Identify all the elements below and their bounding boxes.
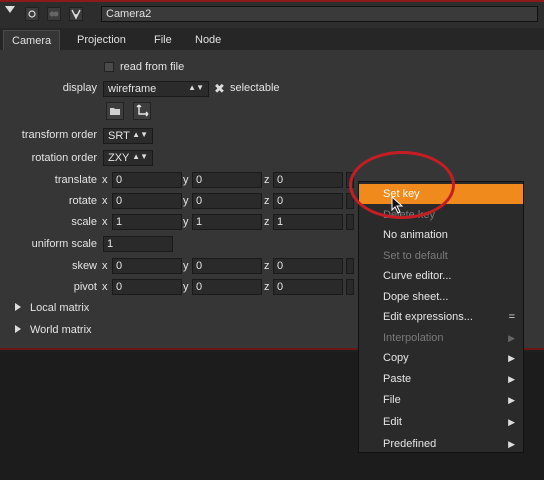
- rotate-label: rotate: [68, 195, 97, 207]
- read-from-file-checkbox[interactable]: [104, 62, 114, 72]
- rotate-z-field[interactable]: 0: [273, 193, 343, 209]
- menu-item-set-to-default[interactable]: Set to default: [359, 246, 523, 266]
- mouse-cursor-icon: [391, 195, 405, 217]
- menu-item-label: Predefined: [383, 438, 437, 450]
- uniform-scale-label: uniform scale: [31, 238, 97, 250]
- node-name-field[interactable]: Camera2: [101, 6, 538, 22]
- dropdown-arrows-icon: ▲▼: [188, 83, 204, 92]
- scale-z-field[interactable]: 1: [273, 214, 343, 230]
- transform-order-label: transform order: [21, 129, 97, 141]
- expand-triangle-icon[interactable]: [15, 303, 21, 311]
- menu-item-label: Interpolation: [383, 332, 444, 344]
- axis-z-label: z: [264, 195, 270, 207]
- menu-item-curve-editor[interactable]: Curve editor...: [359, 266, 523, 286]
- axis-z-label: z: [264, 281, 270, 293]
- rotation-order-dropdown[interactable]: ZXY ▲▼: [103, 150, 153, 166]
- axis-y-label: y: [183, 195, 189, 207]
- submenu-arrow-icon: ▶: [508, 395, 515, 405]
- menu-item-label: Paste: [383, 373, 412, 385]
- pivot-z-field[interactable]: 0: [273, 279, 343, 295]
- move-axes-icon[interactable]: [133, 102, 151, 120]
- rotation-order-value: ZXY: [108, 152, 130, 164]
- menu-item-label: Edit expressions...: [383, 311, 473, 323]
- axis-y-label: y: [183, 260, 189, 272]
- tab-camera[interactable]: Camera: [3, 30, 61, 50]
- scale-label: scale: [71, 216, 97, 228]
- world-matrix-toggle[interactable]: World matrix: [30, 324, 92, 336]
- submenu-arrow-icon: ▶: [508, 353, 515, 363]
- context-menu: Set key Delete key No animation Set to d…: [358, 181, 524, 453]
- axis-x-label: x: [102, 260, 108, 272]
- checkmark-x-icon[interactable]: ✖: [214, 81, 225, 97]
- scale-x-field[interactable]: 1: [112, 214, 182, 230]
- pivot-label: pivot: [73, 281, 97, 293]
- read-from-file-label: read from file: [120, 61, 185, 73]
- skew-y-field[interactable]: 0: [192, 258, 262, 274]
- tab-projection[interactable]: Projection: [69, 30, 134, 50]
- menu-item-copy[interactable]: Copy ▶: [359, 348, 523, 368]
- skew-label: skew: [71, 260, 97, 272]
- menu-item-dope-sheet[interactable]: Dope sheet...: [359, 287, 523, 307]
- skew-z-field[interactable]: 0: [273, 258, 343, 274]
- transform-order-dropdown[interactable]: SRT ▲▼: [103, 128, 153, 144]
- translate-z-field[interactable]: 0: [273, 172, 343, 188]
- submenu-arrow-icon: ▶: [508, 374, 515, 384]
- axis-z-label: z: [264, 174, 270, 186]
- pivot-x-field[interactable]: 0: [112, 279, 182, 295]
- rotate-x-field[interactable]: 0: [112, 193, 182, 209]
- rotation-order-label: rotation order: [31, 152, 97, 164]
- animation-button[interactable]: [346, 279, 354, 295]
- pivot-y-field[interactable]: 0: [192, 279, 262, 295]
- axis-z-label: z: [264, 216, 270, 228]
- menu-item-edit-expressions[interactable]: Edit expressions... =: [359, 307, 523, 327]
- tab-file[interactable]: File: [146, 30, 180, 50]
- node-type-icon[interactable]: [69, 7, 83, 21]
- scale-y-field[interactable]: 1: [192, 214, 262, 230]
- axis-z-label: z: [264, 260, 270, 272]
- translate-x-field[interactable]: 0: [112, 172, 182, 188]
- display-dropdown[interactable]: wireframe ▲▼: [103, 81, 209, 97]
- dropdown-arrows-icon: ▲▼: [132, 130, 148, 139]
- rotate-y-field[interactable]: 0: [192, 193, 262, 209]
- menu-item-file[interactable]: File ▶: [359, 390, 523, 410]
- menu-item-label: Edit: [383, 416, 402, 428]
- axis-x-label: x: [102, 195, 108, 207]
- circle-icon[interactable]: [25, 7, 39, 21]
- menu-item-label: File: [383, 394, 401, 406]
- folder-icon[interactable]: [106, 102, 124, 120]
- skew-x-field[interactable]: 0: [112, 258, 182, 274]
- display-value: wireframe: [108, 83, 157, 95]
- axis-y-label: y: [183, 281, 189, 293]
- axis-x-label: x: [102, 281, 108, 293]
- axis-x-label: x: [102, 216, 108, 228]
- submenu-arrow-icon: ▶: [508, 439, 515, 449]
- animation-button[interactable]: [346, 214, 354, 230]
- axis-y-label: y: [183, 216, 189, 228]
- axis-y-label: y: [183, 174, 189, 186]
- display-label: display: [62, 82, 97, 94]
- submenu-arrow-icon: ▶: [508, 333, 515, 343]
- transform-order-value: SRT: [108, 130, 130, 142]
- translate-label: translate: [54, 174, 97, 186]
- selectable-label: selectable: [230, 82, 280, 94]
- menu-item-label: Copy: [383, 352, 409, 364]
- dropdown-arrows-icon: ▲▼: [132, 152, 148, 161]
- menu-item-predefined[interactable]: Predefined ▶: [359, 434, 523, 454]
- menu-item-interpolation[interactable]: Interpolation ▶: [359, 328, 523, 348]
- submenu-arrow-icon: ▶: [508, 417, 515, 427]
- menu-item-paste[interactable]: Paste ▶: [359, 369, 523, 389]
- animation-button[interactable]: [346, 258, 354, 274]
- local-matrix-toggle[interactable]: Local matrix: [30, 302, 89, 314]
- collapse-arrow-icon[interactable]: [5, 6, 15, 13]
- axis-x-label: x: [102, 174, 108, 186]
- translate-y-field[interactable]: 0: [192, 172, 262, 188]
- tab-node[interactable]: Node: [187, 30, 229, 50]
- shortcut-label: =: [508, 311, 515, 323]
- uniform-scale-field[interactable]: 1: [103, 236, 173, 252]
- menu-item-no-animation[interactable]: No animation: [359, 225, 523, 245]
- expand-triangle-icon[interactable]: [15, 325, 21, 333]
- menu-item-edit[interactable]: Edit ▶: [359, 412, 523, 432]
- group-icon[interactable]: [47, 7, 61, 21]
